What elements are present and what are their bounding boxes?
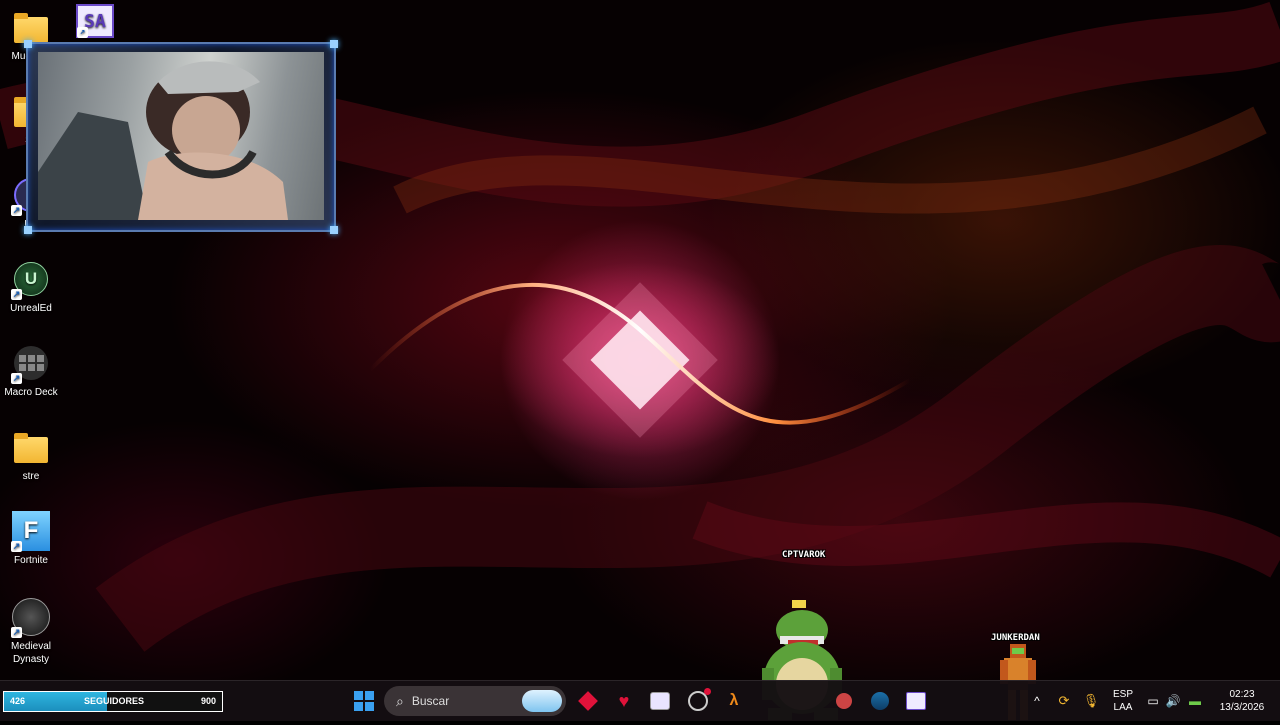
shortcut-arrow-icon: ↗ <box>11 373 22 384</box>
windows-start-icon[interactable] <box>352 689 376 713</box>
shortcut-arrow-icon: ↗ <box>11 289 22 300</box>
frame-corner-light <box>330 226 338 234</box>
language-indicator[interactable]: ESP LAA <box>1108 681 1138 721</box>
shortcut-arrow-icon: ↗ <box>11 627 22 638</box>
show-hidden-icons-chevron-icon[interactable]: ^ <box>1030 681 1044 721</box>
desktop-icon-label: Fortnite <box>14 555 48 566</box>
desktop-icon-label: UnrealEd <box>10 303 52 314</box>
medieval-dynasty-icon: ↗ <box>11 598 50 638</box>
desktop-icon-unrealed[interactable]: U ↗ UnrealEd <box>0 260 62 315</box>
volume-icon[interactable]: 🔊 <box>1164 681 1182 721</box>
followers-goal-bar: 426 SEGUIDORES 900 <box>3 691 223 712</box>
taskbar: 426 SEGUIDORES 900 ⌕ Buscar ♥ λ ^ ⟳ 🎙 ES… <box>0 680 1280 721</box>
followers-label: SEGUIDORES <box>84 696 145 706</box>
network-icon[interactable]: ▭ <box>1144 681 1162 721</box>
clock[interactable]: 02:23 13/3/2026 <box>1212 681 1272 721</box>
microphone-icon[interactable]: 🎙 <box>1082 681 1100 721</box>
red-heart-icon[interactable]: ♥ <box>612 689 636 713</box>
red-diamond-icon[interactable] <box>576 689 600 713</box>
desktop-icon-label: stre <box>22 471 40 482</box>
stream-character-name-2: JUNKERDAN <box>991 633 1040 643</box>
macro-deck-icon: ↗ <box>11 344 50 384</box>
desktop-icon-macro-deck[interactable]: ↗ Macro Deck <box>0 344 62 399</box>
followers-current: 426 <box>10 696 26 706</box>
search-placeholder: Buscar <box>411 694 450 708</box>
desktop-icon-fortnite[interactable]: F ↗ Fortnite <box>0 511 62 567</box>
clock-app-icon[interactable] <box>686 688 711 713</box>
desktop-icon-label: Medieval Dynasty <box>10 641 52 665</box>
webcam-person <box>38 61 288 220</box>
clock-time: 02:23 <box>1229 689 1255 700</box>
half-life-icon[interactable]: λ <box>722 689 746 713</box>
desktop-icon-sa[interactable]: SA ↗ <box>64 4 126 38</box>
desktop-icon-folder-stre[interactable]: stre <box>0 428 62 483</box>
unreal-engine-icon: U ↗ <box>11 260 50 300</box>
battery-icon[interactable]: ▬ <box>1184 681 1206 721</box>
shortcut-arrow-icon: ↗ <box>11 541 22 552</box>
clock-date: 13/3/2026 <box>1219 702 1265 713</box>
taskbar-search[interactable]: ⌕ Buscar <box>384 686 566 716</box>
shortcut-arrow-icon: ↗ <box>11 205 22 216</box>
fortnite-icon: F ↗ <box>11 511 50 552</box>
webcam-feed <box>38 52 324 220</box>
cat-app-icon[interactable] <box>648 689 672 713</box>
frame-corner-light <box>330 40 338 48</box>
followers-goal: 900 <box>200 696 216 706</box>
stream-character-name-1: CPTVAROK <box>782 550 826 560</box>
steam-icon[interactable] <box>868 689 892 713</box>
sa-app-icon: SA ↗ <box>76 4 114 38</box>
swan-icon <box>522 690 562 712</box>
search-icon: ⌕ <box>396 692 404 709</box>
desktop-icon-medieval-dynasty[interactable]: ↗ Medieval Dynasty <box>0 598 62 666</box>
stream-avatar-icon[interactable] <box>904 689 928 713</box>
frame-corner-light <box>24 40 32 48</box>
shortcut-arrow-icon: ↗ <box>77 27 88 38</box>
desktop-icon-label: Macro Deck <box>4 387 58 398</box>
sync-icon[interactable]: ⟳ <box>1054 681 1074 721</box>
frame-corner-light <box>24 226 32 234</box>
webcam-overlay <box>24 40 338 234</box>
language-code: ESP <box>1112 689 1133 700</box>
folder-icon <box>12 428 50 466</box>
obs-icon[interactable] <box>832 689 856 713</box>
keyboard-layout: LAA <box>1113 702 1133 713</box>
